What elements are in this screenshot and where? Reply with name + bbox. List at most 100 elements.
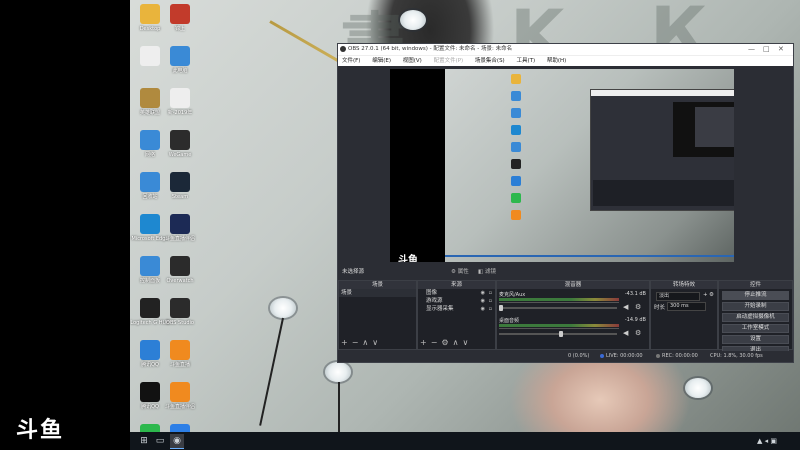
move-up-icon[interactable]: ∧: [453, 338, 459, 347]
desktop-icon[interactable]: Overwatch: [160, 256, 200, 284]
taskbar: ⊞ ▭ ◉ ▲ ◂ ▣: [130, 432, 800, 450]
visibility-icon: ◉: [480, 290, 485, 296]
desktop-icon[interactable]: 此电脑: [160, 46, 200, 74]
stem-decoration: [259, 317, 284, 426]
menu-view[interactable]: 视图(V): [403, 58, 422, 64]
properties-button[interactable]: ⚙ 属性: [451, 266, 469, 278]
stop-streaming-button[interactable]: 停止推流: [722, 291, 789, 300]
studio-mode-button[interactable]: 工作室模式: [722, 324, 789, 333]
desktop-icon[interactable]: 新-2019年: [160, 88, 200, 116]
dropped-frames: 0 (0.0%): [568, 353, 590, 359]
desktop-icon[interactable]: 斗鱼直播: [160, 340, 200, 368]
desktop-icon[interactable]: 锦上: [160, 4, 200, 32]
transitions-dock: 转场特效 淡出 + ⚙ 时长 300 ms: [650, 280, 718, 350]
scenes-dock-footer: + − ∧ ∨: [341, 338, 382, 347]
move-down-icon[interactable]: ∨: [462, 338, 468, 347]
add-scene-icon[interactable]: +: [341, 338, 348, 347]
volume-slider-knob[interactable]: [499, 305, 503, 311]
folder-icon: [140, 4, 160, 24]
sources-dock-footer: + − ⚙ ∧ ∨: [420, 338, 472, 347]
scenes-dock-title: 场景: [339, 281, 416, 289]
transition-type-row: 淡出 + ⚙: [651, 291, 717, 301]
desktop-icon[interactable]: OBS Studio: [160, 298, 200, 326]
douyu-live-icon: [170, 382, 190, 402]
menu-scene-collection[interactable]: 场景集合(S): [475, 58, 505, 64]
source-settings-icon[interactable]: ⚙: [441, 338, 448, 347]
qqmusic-icon: [140, 424, 160, 432]
menu-file[interactable]: 文件(F): [342, 58, 360, 64]
steam-icon: [170, 172, 190, 192]
scenes-dock: 场景 场景 + − ∧ ∨: [338, 280, 417, 350]
volume-meter-scale: [499, 328, 619, 329]
add-source-icon[interactable]: +: [420, 338, 427, 347]
menu-edit[interactable]: 编辑(E): [372, 58, 391, 64]
preview-nested-menubar: [591, 90, 734, 96]
desktop-icon[interactable]: WeGame: [160, 130, 200, 158]
source-item[interactable]: 显示器采集 ◉ ▫: [418, 305, 495, 313]
mixer-settings-icon[interactable]: ⚙: [635, 329, 641, 337]
task-view-icon[interactable]: ▭: [154, 434, 166, 448]
obs-status-bar: 0 (0.0%) LIVE: 00:00:00 REC: 00:00:00 CP…: [338, 351, 793, 361]
source-toolbar: 未选择源 ⚙ 属性 ◧ 滤镜: [338, 266, 793, 278]
transitions-dock-title: 转场特效: [651, 281, 717, 289]
desktop-icon[interactable]: Steam: [160, 172, 200, 200]
transition-type-select[interactable]: 淡出: [656, 292, 700, 301]
obs-app-icon: [340, 46, 346, 52]
file-icon: [140, 46, 160, 66]
computer-icon: [170, 46, 190, 66]
start-icon[interactable]: ⊞: [138, 434, 150, 448]
menu-profile[interactable]: 配置文件(P): [434, 58, 464, 64]
duration-label: 时长: [654, 305, 666, 311]
remove-scene-icon[interactable]: −: [352, 338, 359, 347]
volume-slider[interactable]: [499, 305, 617, 311]
obs-preview[interactable]: 斗鱼: [390, 69, 734, 262]
desktop-icon-label: 此电脑: [172, 68, 188, 74]
obs-title: OBS 27.0.1 (64 bit, windows) - 配置文件: 未命名…: [348, 46, 513, 52]
settings-button[interactable]: 设置: [722, 335, 789, 344]
overwatch-icon: [170, 256, 190, 276]
filters-button[interactable]: ◧ 滤镜: [478, 266, 496, 278]
control-icon: [140, 256, 160, 276]
tray-icons[interactable]: ▲ ◂ ▣: [752, 434, 782, 448]
obs-taskbar-icon[interactable]: ◉: [170, 434, 184, 449]
track-name: 麦克风/Aux: [499, 292, 526, 298]
edge-icon: [140, 214, 160, 234]
virtual-camera-button[interactable]: 启动虚拟摄像机: [722, 313, 789, 322]
sources-dock: 来源 图像 ◉ ▫ 游戏源 ◉ ▫ 显示器采集 ◉ ▫ + − ⚙ ∧ ∨: [417, 280, 496, 350]
desktop-icon[interactable]: 斗鱼直播伴侣: [160, 214, 200, 242]
mixer-settings-icon[interactable]: ⚙: [635, 303, 641, 311]
transition-settings-icon[interactable]: ⚙: [709, 292, 714, 298]
scene-item[interactable]: 场景: [339, 289, 416, 297]
lock-icon: ▫: [488, 306, 492, 312]
remove-source-icon[interactable]: −: [431, 338, 438, 347]
recycle-icon: [140, 172, 160, 192]
menu-tools[interactable]: 工具(T): [516, 58, 535, 64]
move-up-icon[interactable]: ∧: [362, 338, 368, 347]
mute-icon[interactable]: ◀: [623, 329, 628, 337]
mute-icon[interactable]: ◀: [623, 303, 628, 311]
qq-icon: [140, 340, 160, 360]
track-db: -14.9 dB: [624, 317, 646, 323]
close-icon[interactable]: ✕: [778, 44, 784, 55]
flower-decoration: [685, 378, 711, 398]
desktop-icon[interactable]: 飞书: [160, 424, 200, 432]
add-transition-icon[interactable]: +: [703, 292, 708, 298]
source-item[interactable]: 图像 ◉ ▫: [418, 289, 495, 297]
volume-slider-knob[interactable]: [559, 331, 563, 337]
logitech-icon: [140, 298, 160, 318]
network-icon: [140, 130, 160, 150]
start-recording-button[interactable]: 开始录制: [722, 302, 789, 311]
menu-help[interactable]: 帮助(H): [547, 58, 566, 64]
duration-input[interactable]: 300 ms: [667, 302, 706, 311]
maximize-icon[interactable]: □: [763, 44, 770, 55]
lol-icon: [140, 88, 160, 108]
desktop-icon[interactable]: 斗鱼直播伴侣: [160, 382, 200, 410]
minimize-icon[interactable]: —: [748, 44, 755, 55]
source-item[interactable]: 游戏源 ◉ ▫: [418, 297, 495, 305]
move-down-icon[interactable]: ∨: [372, 338, 378, 347]
volume-slider[interactable]: [499, 331, 617, 337]
mixer-track: 麦克风/Aux -43.1 dB ◀ ⚙: [497, 291, 649, 315]
desktop-icon-label: 斗鱼直播: [169, 362, 190, 368]
sources-dock-title: 来源: [418, 281, 495, 289]
mixer-track: 桌面音频 -14.9 dB ◀ ⚙: [497, 317, 649, 341]
